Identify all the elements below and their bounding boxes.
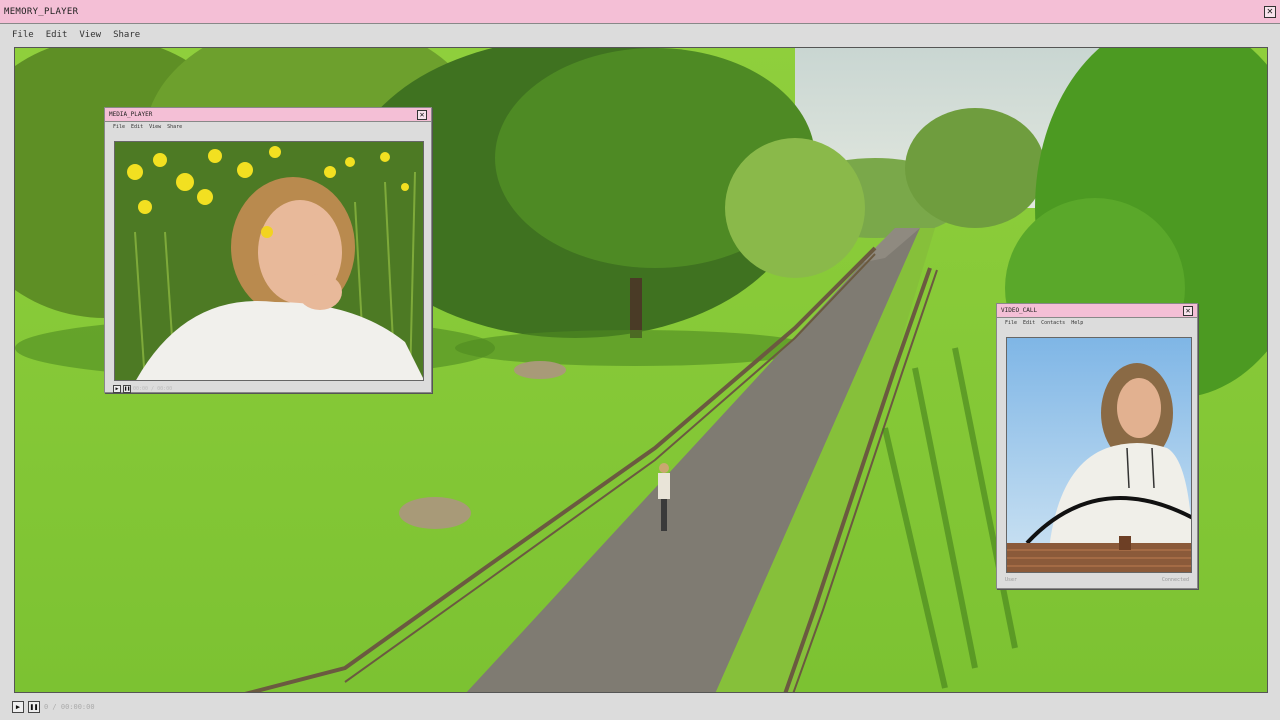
- video-call-window: VIDEO_CALL ✕ File Edit Contacts Help Use…: [996, 303, 1198, 589]
- close-icon[interactable]: ✕: [1264, 5, 1276, 18]
- menu-share[interactable]: Share: [167, 124, 182, 130]
- menu-view[interactable]: View: [149, 124, 161, 130]
- menu-edit[interactable]: Edit: [131, 124, 143, 130]
- main-menubar: File Edit View Share: [0, 24, 1280, 46]
- call-status: Connected: [1161, 577, 1189, 583]
- media-player-window: MEDIA_PLAYER ✕ File Edit View Share ▶ ❚❚…: [104, 107, 432, 393]
- woman-with-flowers-image: [115, 142, 423, 380]
- menu-file[interactable]: File: [12, 30, 34, 40]
- caller-label: User: [1005, 577, 1018, 583]
- video-titlebar[interactable]: VIDEO_CALL ✕: [997, 304, 1197, 318]
- menu-contacts[interactable]: Contacts: [1041, 320, 1065, 326]
- main-status-text: 0 / 00:00:00: [44, 703, 95, 711]
- menu-file[interactable]: File: [1005, 320, 1017, 326]
- close-icon[interactable]: ✕: [1183, 305, 1193, 316]
- video-call-frame[interactable]: [1006, 337, 1192, 573]
- media-titlebar[interactable]: MEDIA_PLAYER ✕: [105, 108, 431, 122]
- video-statusbar: User Connected: [1005, 577, 1189, 583]
- media-menubar: File Edit View Share: [105, 122, 431, 132]
- main-window-title: MEMORY_PLAYER: [4, 6, 79, 17]
- media-status-text: 00:00 / 00:00: [133, 386, 173, 392]
- menu-edit[interactable]: Edit: [1023, 320, 1035, 326]
- menu-edit[interactable]: Edit: [46, 30, 68, 40]
- media-statusbar: ▶ ❚❚ 00:00 / 00:00: [113, 385, 172, 393]
- menu-help[interactable]: Help: [1071, 320, 1083, 326]
- pause-icon[interactable]: ❚❚: [28, 701, 40, 713]
- main-statusbar: ▶ ❚❚ 0 / 00:00:00: [12, 700, 95, 714]
- menu-view[interactable]: View: [79, 30, 101, 40]
- media-window-title: MEDIA_PLAYER: [109, 111, 153, 118]
- woman-on-bicycle-image: [1007, 338, 1191, 572]
- main-titlebar[interactable]: MEMORY_PLAYER ✕: [0, 0, 1280, 24]
- play-icon[interactable]: ▶: [12, 701, 24, 713]
- video-menubar: File Edit Contacts Help: [997, 318, 1197, 328]
- play-icon[interactable]: ▶: [113, 385, 121, 393]
- pause-icon[interactable]: ❚❚: [123, 385, 131, 393]
- menu-share[interactable]: Share: [113, 30, 140, 40]
- video-window-title: VIDEO_CALL: [1001, 307, 1038, 314]
- menu-file[interactable]: File: [113, 124, 125, 130]
- close-icon[interactable]: ✕: [417, 109, 427, 120]
- media-video-frame[interactable]: [114, 141, 424, 381]
